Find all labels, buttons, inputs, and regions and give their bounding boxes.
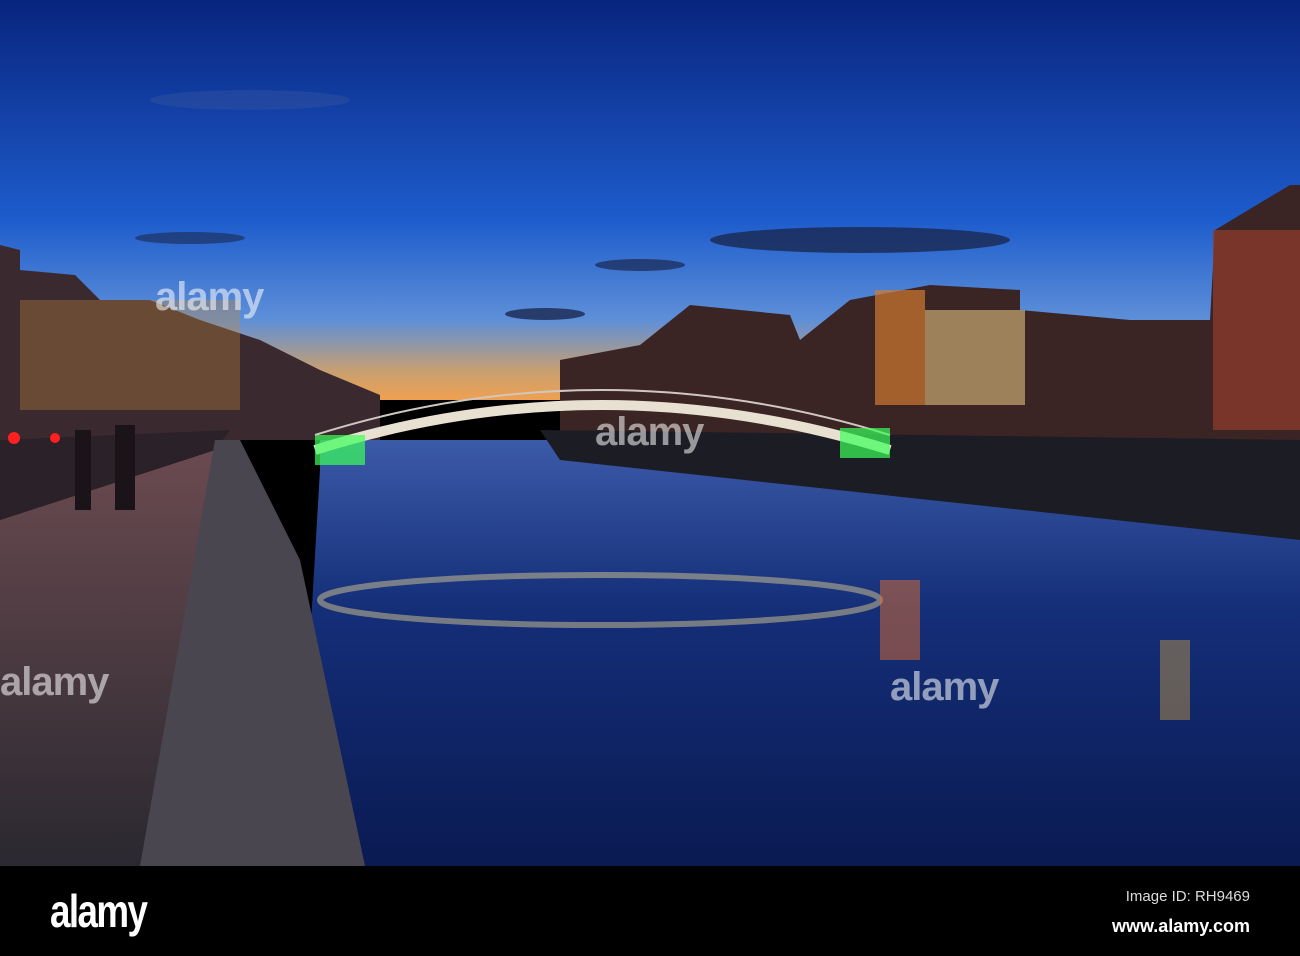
cloud <box>150 90 350 110</box>
cloud <box>710 227 1010 253</box>
watermark: alamy <box>595 410 704 454</box>
alamy-logo: alamy <box>50 885 148 937</box>
cloud <box>505 308 585 320</box>
red-brick-building <box>1213 230 1300 430</box>
footer-bar: alamy Image ID: RH9469 www.alamy.com <box>0 866 1300 956</box>
bridge-green-light <box>840 428 890 458</box>
right-building-lights <box>875 290 925 405</box>
cloud <box>135 232 245 244</box>
right-building-lights <box>925 310 1025 405</box>
watermark: alamy <box>0 660 109 704</box>
bridge-green-light <box>315 435 365 465</box>
light-reflection <box>1160 640 1190 720</box>
pedestrian <box>75 430 91 510</box>
image-id: Image ID: RH9469 <box>1125 888 1250 905</box>
cloud <box>595 259 685 271</box>
watermark: alamy <box>890 665 999 709</box>
pedestrian <box>115 425 135 510</box>
stock-photo: alamy alamy alamy alamy alamy Image ID: … <box>0 0 1300 956</box>
website-link[interactable]: www.alamy.com <box>1112 916 1250 937</box>
light-reflection <box>880 580 920 660</box>
car-tail-light <box>50 433 60 443</box>
watermark: alamy <box>155 275 264 319</box>
car-tail-light <box>8 432 20 444</box>
